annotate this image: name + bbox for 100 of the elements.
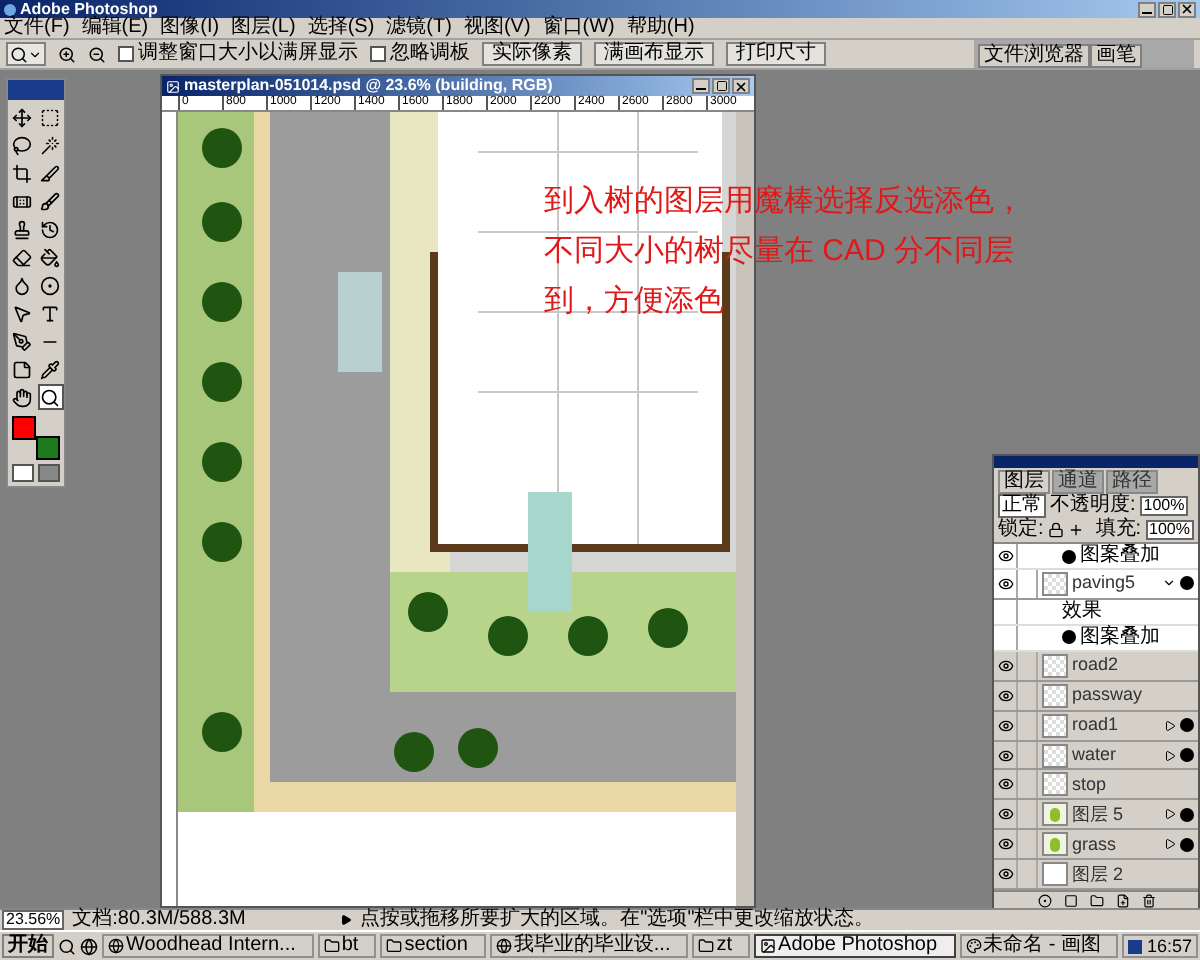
visibility-cell[interactable] xyxy=(994,651,1018,680)
menu-item[interactable]: 选择(S) xyxy=(307,18,375,38)
zoom-out-icon[interactable] xyxy=(88,45,106,63)
taskbar-button[interactable]: section xyxy=(380,934,486,958)
start-button[interactable]: 开始 xyxy=(2,934,54,958)
lock-icon[interactable] xyxy=(1047,522,1064,538)
panel-tab[interactable]: 通道 xyxy=(1052,470,1104,494)
search-icon[interactable] xyxy=(58,937,76,955)
hand-icon[interactable] xyxy=(9,384,35,410)
background-color-swatch[interactable] xyxy=(36,436,60,460)
menu-item[interactable]: 视图(V) xyxy=(463,18,531,38)
blend-mode-dropdown[interactable]: 正常 xyxy=(998,494,1046,518)
visibility-eye-icon[interactable] xyxy=(997,836,1013,853)
new-layer-icon[interactable] xyxy=(1115,894,1129,908)
eyedropper-icon[interactable] xyxy=(37,356,63,382)
visibility-cell[interactable] xyxy=(994,830,1018,859)
visibility-cell[interactable] xyxy=(994,570,1018,598)
move-icon[interactable] xyxy=(9,104,35,130)
opacity-field[interactable]: 100% xyxy=(1139,496,1189,516)
taskbar-button[interactable]: 未命名 - 画图 xyxy=(959,934,1119,958)
collapse-icon[interactable] xyxy=(1162,576,1176,591)
tool-preset-picker[interactable] xyxy=(6,42,46,66)
move-lock-icon[interactable] xyxy=(1067,522,1084,538)
minimize-button[interactable] xyxy=(1138,1,1156,17)
layer-row[interactable]: road2 xyxy=(994,651,1198,682)
close-button[interactable] xyxy=(732,78,750,94)
standard-mode-icon[interactable] xyxy=(12,464,34,482)
layer-row[interactable]: 图层 2 xyxy=(994,860,1198,890)
minimize-button[interactable] xyxy=(692,78,710,94)
checkbox[interactable] xyxy=(370,46,386,62)
panel-tab[interactable]: 图层 xyxy=(998,470,1050,494)
visibility-cell[interactable] xyxy=(994,544,1018,569)
panel-tab[interactable]: 路径 xyxy=(1106,470,1158,494)
arrow-icon[interactable] xyxy=(340,914,353,926)
visibility-cell[interactable] xyxy=(994,770,1018,799)
visibility-cell[interactable] xyxy=(994,860,1018,888)
expand-icon[interactable] xyxy=(1164,808,1176,821)
expand-icon[interactable] xyxy=(1164,719,1176,732)
droplet-icon[interactable] xyxy=(9,272,35,298)
note-icon[interactable] xyxy=(9,356,35,382)
menu-item[interactable]: 窗口(W) xyxy=(542,18,615,38)
visibility-eye-icon[interactable] xyxy=(997,548,1013,565)
knife-icon[interactable] xyxy=(37,160,63,186)
dot-circle-icon[interactable] xyxy=(37,272,63,298)
taskbar-button[interactable]: zt xyxy=(692,934,751,958)
visibility-eye-icon[interactable] xyxy=(997,806,1013,823)
visibility-eye-icon[interactable] xyxy=(997,747,1013,764)
effect-name[interactable]: 效果 xyxy=(1062,601,1102,622)
brush-icon[interactable] xyxy=(37,188,63,214)
visibility-cell[interactable] xyxy=(994,800,1018,829)
paint-bucket-icon[interactable] xyxy=(37,244,63,270)
menu-item[interactable]: 图层(L) xyxy=(231,18,296,38)
maximize-button[interactable] xyxy=(1158,1,1176,17)
expand-icon[interactable] xyxy=(1164,749,1176,762)
taskbar-button[interactable]: 我毕业的毕业设... xyxy=(489,934,689,958)
visibility-eye-icon[interactable] xyxy=(997,717,1013,734)
zoom-in-icon[interactable] xyxy=(58,45,76,63)
checkbox[interactable] xyxy=(118,46,134,62)
layer-row[interactable]: grass xyxy=(994,830,1198,861)
visibility-eye-icon[interactable] xyxy=(997,866,1013,883)
zoom-icon[interactable] xyxy=(37,384,63,410)
effect-row[interactable]: 效果 xyxy=(994,599,1198,626)
palette-tab[interactable]: 画笔 xyxy=(1090,44,1142,68)
lasso-icon[interactable] xyxy=(9,132,35,158)
trash-icon[interactable] xyxy=(1141,894,1155,908)
mask-icon[interactable] xyxy=(1063,894,1077,908)
options-button[interactable]: 打印尺寸 xyxy=(726,42,826,66)
visibility-cell[interactable] xyxy=(994,681,1018,710)
menu-item[interactable]: 文件(F) xyxy=(4,18,70,38)
zoom-level-field[interactable]: 23.56% xyxy=(2,910,65,930)
visibility-eye-icon[interactable] xyxy=(997,657,1013,674)
marquee-icon[interactable] xyxy=(37,104,63,130)
visibility-eye-icon[interactable] xyxy=(997,575,1013,592)
layer-style-icon[interactable] xyxy=(1037,894,1051,908)
options-button[interactable]: 满画布显示 xyxy=(594,42,714,66)
menu-item[interactable]: 编辑(E) xyxy=(81,18,149,38)
crop-icon[interactable] xyxy=(9,160,35,186)
fill-field[interactable]: 100% xyxy=(1145,520,1194,540)
visibility-eye-icon[interactable] xyxy=(997,687,1013,704)
pen-icon[interactable] xyxy=(9,328,35,354)
palette-tab[interactable]: 文件浏览器 xyxy=(978,44,1090,68)
layer-row[interactable]: road1 xyxy=(994,711,1198,742)
visibility-cell[interactable] xyxy=(994,741,1018,769)
layer-row[interactable]: water xyxy=(994,741,1198,771)
folder-icon[interactable] xyxy=(1089,894,1103,908)
globe-icon[interactable] xyxy=(80,937,98,955)
taskbar-button[interactable]: Adobe Photoshop xyxy=(754,934,956,958)
stamp-icon[interactable] xyxy=(9,216,35,242)
menu-item[interactable]: 滤镜(T) xyxy=(386,18,452,38)
menu-item[interactable]: 帮助(H) xyxy=(626,18,695,38)
menu-item[interactable]: 图像(I) xyxy=(160,18,220,38)
maximize-button[interactable] xyxy=(712,78,730,94)
options-button[interactable]: 实际像素 xyxy=(482,42,582,66)
effect-name[interactable]: 图案叠加 xyxy=(1080,627,1160,648)
layer-row[interactable]: passway xyxy=(994,681,1198,712)
taskbar-button[interactable]: bt xyxy=(317,934,377,958)
wand-icon[interactable] xyxy=(37,132,63,158)
layer-row[interactable]: 图层 5 xyxy=(994,800,1198,831)
visibility-eye-icon[interactable] xyxy=(997,776,1013,793)
layer-row[interactable]: stop xyxy=(994,770,1198,801)
